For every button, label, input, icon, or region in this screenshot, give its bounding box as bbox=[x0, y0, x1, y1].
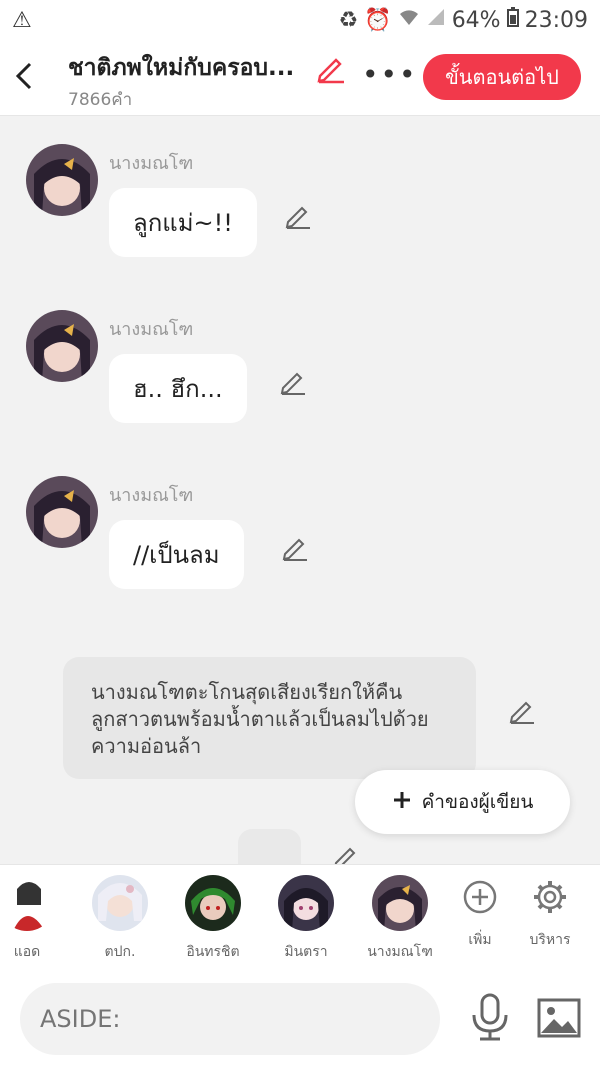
edit-icon[interactable] bbox=[279, 368, 307, 396]
speaker-name: นางมณโฑ bbox=[109, 153, 194, 174]
character-bar: แอด ตปก. อินทรชิต มินตรา นางมณโฑ เพิ่ม บ… bbox=[0, 864, 600, 972]
message-bubble[interactable]: ฮ.. ฮึก... bbox=[109, 354, 247, 423]
avatar[interactable] bbox=[26, 144, 98, 216]
character-avatar bbox=[0, 875, 55, 931]
battery-icon bbox=[506, 7, 519, 33]
input-bar bbox=[0, 971, 600, 1067]
edit-icon[interactable] bbox=[508, 697, 536, 725]
edit-icon[interactable] bbox=[281, 534, 309, 562]
next-step-button[interactable]: ขั้นตอนต่อไป bbox=[423, 54, 581, 100]
plus-icon bbox=[392, 790, 412, 815]
character-name: มินตรา bbox=[284, 944, 328, 960]
add-circle-icon bbox=[452, 875, 508, 931]
status-bar: ⚠ ♻ ⏰ 64% 23:09 bbox=[0, 0, 600, 40]
character-name: นางมณโฑ bbox=[367, 944, 433, 960]
edit-icon[interactable] bbox=[284, 202, 312, 230]
character-item[interactable]: แอด bbox=[0, 875, 72, 965]
manage-characters-button[interactable]: บริหาร bbox=[505, 875, 595, 965]
alarm-icon: ⏰ bbox=[364, 7, 392, 33]
character-item[interactable]: ตปก. bbox=[75, 875, 165, 965]
microphone-icon[interactable] bbox=[468, 993, 512, 1043]
message-bubble[interactable]: //เป็นลม bbox=[109, 520, 244, 589]
back-button[interactable] bbox=[12, 58, 42, 94]
character-avatar bbox=[372, 875, 428, 931]
avatar[interactable] bbox=[26, 310, 98, 382]
author-note-label: คำของผู้เขียน bbox=[421, 791, 534, 813]
more-options-button[interactable]: ••• bbox=[362, 58, 418, 91]
word-count: 7866คำ bbox=[68, 90, 133, 110]
character-avatar bbox=[185, 875, 241, 931]
narration-bubble[interactable]: นางมณโฑตะโกนสุดเสียงเรียกให้คืนลูกสาวตนพ… bbox=[63, 657, 476, 779]
battery-percent: 64% bbox=[451, 7, 501, 33]
status-indicators: ♻ ⏰ 64% 23:09 bbox=[339, 7, 588, 33]
avatar[interactable] bbox=[26, 476, 98, 548]
chat-message: นางมณโฑ //เป็นลม bbox=[0, 476, 600, 626]
edit-title-icon[interactable] bbox=[316, 54, 346, 84]
signal-icon bbox=[426, 7, 446, 33]
clock: 23:09 bbox=[524, 7, 588, 33]
character-avatar bbox=[92, 875, 148, 931]
character-name: อินทรชิต bbox=[186, 944, 240, 960]
manage-label: บริหาร bbox=[529, 932, 571, 948]
speaker-name: นางมณโฑ bbox=[109, 319, 194, 340]
story-title: ชาติภพใหม่กับครอบ... bbox=[68, 55, 295, 81]
battery-saver-icon: ♻ bbox=[338, 7, 359, 33]
chat-message: นางมณโฑ ลูกแม่~!! bbox=[0, 144, 600, 294]
character-avatar bbox=[278, 875, 334, 931]
edit-icon[interactable] bbox=[332, 843, 360, 864]
image-icon[interactable] bbox=[536, 997, 582, 1039]
gear-icon bbox=[522, 875, 578, 931]
chat-area[interactable]: นางมณโฑ ลูกแม่~!! นางมณโฑ ฮ.. ฮึก... นาง… bbox=[0, 116, 600, 864]
character-item[interactable]: นางมณโฑ bbox=[355, 875, 445, 965]
wifi-icon bbox=[398, 7, 420, 33]
editor-header: ชาติภพใหม่กับครอบ... 7866คำ ••• ขั้นตอนต… bbox=[0, 40, 600, 116]
character-item[interactable]: อินทรชิต bbox=[168, 875, 258, 965]
aside-input[interactable] bbox=[20, 983, 440, 1055]
message-bubble[interactable]: ลูกแม่~!! bbox=[109, 188, 257, 257]
author-note-button[interactable]: คำของผู้เขียน bbox=[355, 770, 570, 834]
character-item[interactable]: มินตรา bbox=[261, 875, 351, 965]
chat-message: นางมณโฑ ฮ.. ฮึก... bbox=[0, 310, 600, 460]
character-name: ตปก. bbox=[104, 944, 136, 960]
message-bubble-partial[interactable] bbox=[238, 829, 301, 864]
warning-icon: ⚠ bbox=[12, 7, 32, 33]
speaker-name: นางมณโฑ bbox=[109, 485, 194, 506]
character-name: แอด bbox=[13, 944, 41, 960]
